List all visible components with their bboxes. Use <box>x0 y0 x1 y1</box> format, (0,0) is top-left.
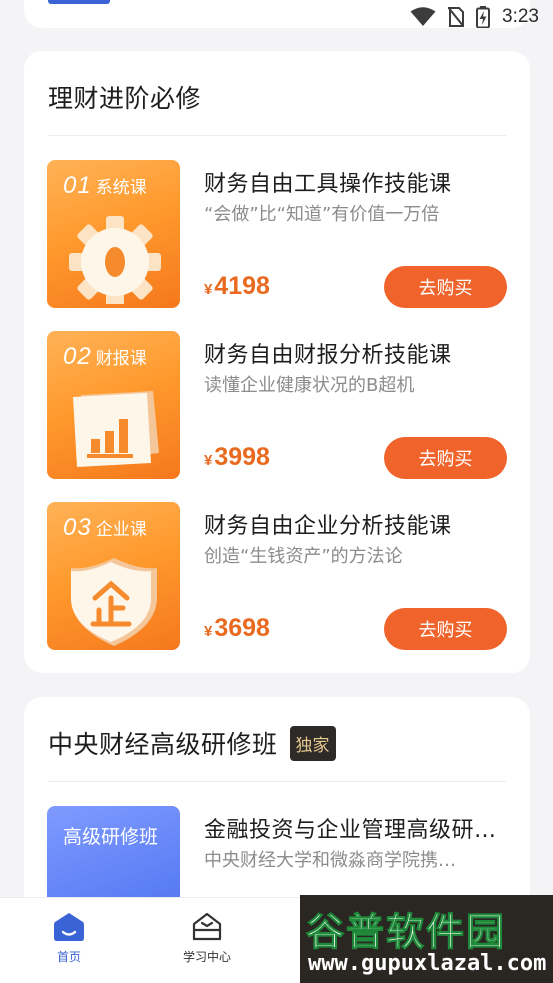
buy-button[interactable]: 去购买 <box>384 437 507 479</box>
previous-card-tab <box>48 0 110 4</box>
course-thumbnail[interactable]: 03 企业课 <box>47 502 180 650</box>
section-card-advanced-finance: 理财进阶必修 01 系统课 财务自由工具操作技能课 “会做”比“知道”有价值一万… <box>24 51 530 673</box>
price-symbol: ¥ <box>204 623 213 640</box>
status-bar: 3:23 <box>0 0 553 38</box>
tab-home[interactable]: 首页 <box>14 912 124 965</box>
status-time: 3:23 <box>502 6 539 27</box>
course-item[interactable]: 01 系统课 财务自由工具操作技能课 “会做”比“知道”有价值一万倍 ¥ 419… <box>47 160 507 308</box>
home-icon <box>54 913 84 941</box>
course-description: 创造“生钱资产”的方法论 <box>204 546 403 567</box>
course-number: 01 <box>63 172 92 199</box>
price-value: 3698 <box>214 614 270 642</box>
section-title: 理财进阶必修 <box>48 84 202 113</box>
course-name[interactable]: 金融投资与企业管理高级研… <box>204 812 497 844</box>
buy-button[interactable]: 去购买 <box>384 266 507 308</box>
no-sim-icon <box>448 7 465 27</box>
course-description: 读懂企业健康状况的B超机 <box>204 375 415 396</box>
gear-icon <box>69 216 161 304</box>
course-thumbnail[interactable]: 02 财报课 <box>47 331 180 479</box>
status-icons: 3:23 <box>410 6 539 28</box>
course-name[interactable]: 财务自由财报分析技能课 <box>204 337 452 369</box>
price-symbol: ¥ <box>204 452 213 469</box>
course-price: ¥ 4198 <box>204 272 270 301</box>
divider <box>48 135 506 136</box>
course-name[interactable]: 财务自由企业分析技能课 <box>204 508 452 540</box>
tab-label: 首页 <box>56 950 81 964</box>
study-center-icon <box>192 912 222 941</box>
wifi-icon <box>410 7 436 26</box>
watermark-title: 谷普软件园 <box>305 910 507 955</box>
course-type: 高级研修班 <box>63 826 159 848</box>
course-item[interactable]: 03 企业课 财务自由企业分析技能课 创造“生钱资产”的方法论 ¥ 3698 去… <box>47 502 507 650</box>
tab-study-center[interactable]: 学习中心 <box>152 912 262 965</box>
shield-icon <box>71 558 157 646</box>
course-description: 中央财经大学和微淼商学院携… <box>204 850 456 871</box>
course-type: 系统课 <box>95 178 147 198</box>
course-item[interactable]: 02 财报课 财务自由财报分析技能课 读懂企业健康状况的B超机 ¥ 3998 去… <box>47 331 507 479</box>
course-price: ¥ 3698 <box>204 614 270 643</box>
divider <box>48 781 506 782</box>
exclusive-badge: 独家 <box>289 725 336 761</box>
course-number: 02 <box>63 343 92 370</box>
bar-chart-icon <box>73 391 159 467</box>
price-symbol: ¥ <box>204 281 213 298</box>
course-thumbnail[interactable]: 01 系统课 <box>47 160 180 308</box>
price-value: 4198 <box>214 272 270 300</box>
price-value: 3998 <box>214 443 270 471</box>
section-title: 中央财经高级研修班 <box>48 730 278 759</box>
course-type: 财报课 <box>95 349 147 369</box>
course-price: ¥ 3998 <box>204 443 270 472</box>
watermark-logo: 谷普软件园 www.gupuxlazal.com <box>300 895 553 983</box>
course-type: 企业课 <box>95 520 147 540</box>
course-name[interactable]: 财务自由工具操作技能课 <box>204 166 452 198</box>
battery-charging-icon <box>476 6 491 28</box>
tab-label: 学习中心 <box>182 950 231 964</box>
course-description: “会做”比“知道”有价值一万倍 <box>204 204 440 225</box>
watermark-url: www.gupuxlazal.com <box>308 951 547 976</box>
buy-button[interactable]: 去购买 <box>384 608 507 650</box>
course-number: 03 <box>63 514 92 541</box>
